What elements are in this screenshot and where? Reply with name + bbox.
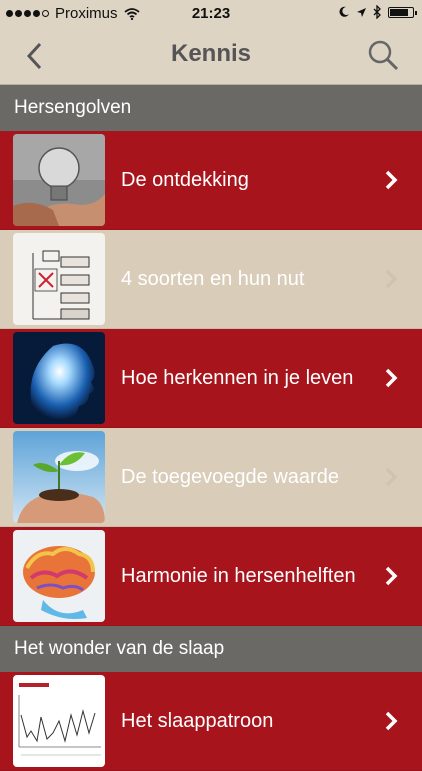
list-item-4-soorten[interactable]: 4 soorten en hun nut (0, 230, 422, 329)
list-item-toegevoegde-waarde[interactable]: De toegevoegde waarde (0, 428, 422, 527)
list-item-label: De ontdekking (121, 169, 249, 191)
bluetooth-icon (373, 5, 381, 19)
chevron-right-icon (385, 170, 398, 190)
list-item-de-ontdekking[interactable]: De ontdekking (0, 131, 422, 230)
chevron-right-icon (385, 269, 398, 289)
list-item-label: Het slaappatroon (121, 710, 274, 732)
search-button[interactable] (366, 38, 400, 72)
section-header-hersengolven: Hersengolven (0, 85, 422, 131)
list-item-label: Hoe herkennen in je leven (121, 367, 354, 389)
glowing-head-image (13, 332, 105, 424)
list-item-label: De toegevoegde waarde (121, 466, 339, 488)
chevron-right-icon (385, 711, 398, 731)
colorful-brain-image (13, 530, 105, 622)
section-header-het-wonder: Het wonder van de slaap (0, 626, 422, 672)
sleep-chart-image (13, 675, 105, 767)
battery-icon (388, 6, 417, 18)
moon-icon (339, 6, 349, 17)
list-item-slaappatroon[interactable]: Het slaappatroon (0, 672, 422, 771)
location-arrow-icon (357, 7, 366, 17)
chevron-right-icon (385, 368, 398, 388)
chevron-right-icon (385, 566, 398, 586)
list-item-label: 4 soorten en hun nut (121, 268, 305, 290)
nav-bar: Kennis (0, 28, 422, 85)
sprout-in-hands-image (13, 431, 105, 523)
brainwave-diagram-image (13, 233, 105, 325)
page-title: Kennis (170, 40, 251, 67)
list-item-harmonie[interactable]: Harmonie in hersenhelften (0, 527, 422, 626)
status-right (338, 5, 417, 19)
list-item-label: Harmonie in hersenhelften (121, 565, 356, 587)
lightbulb-image (13, 134, 105, 226)
list-item-hoe-herkennen[interactable]: Hoe herkennen in je leven (0, 329, 422, 428)
status-bar: Proximus 21:23 (0, 0, 422, 28)
chevron-right-icon (385, 467, 398, 487)
search-icon (368, 40, 399, 71)
